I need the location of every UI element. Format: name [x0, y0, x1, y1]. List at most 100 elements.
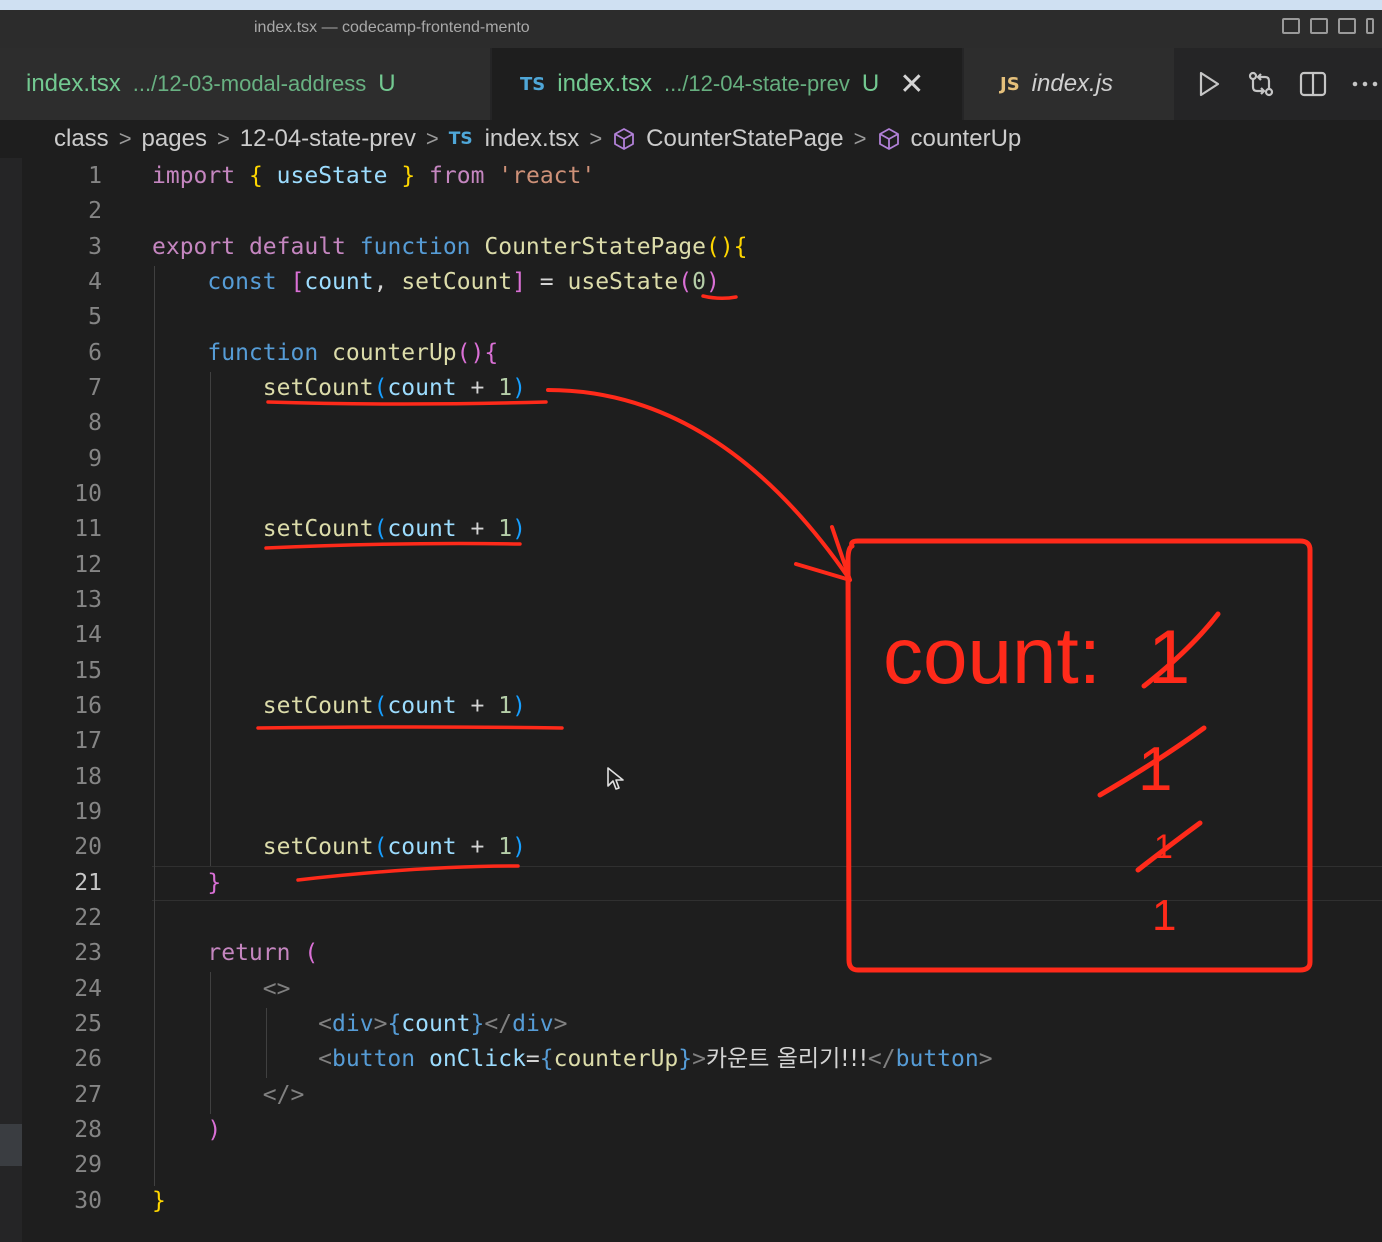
code-line: 5 [22, 300, 1382, 335]
code-text: <> [262, 976, 291, 1002]
code-line: 30} [22, 1184, 1382, 1219]
compare-changes-icon[interactable] [1242, 65, 1280, 103]
breadcrumb-item-function[interactable]: counterUp [911, 125, 1022, 153]
line-number: 23 [74, 940, 102, 966]
code-line: 4 const [count, setCount] = useState(0) [22, 265, 1382, 300]
code-line: 14 [22, 618, 1382, 653]
code-line: 1 import { useState } from 'react' [22, 159, 1382, 194]
line-number: 24 [74, 976, 102, 1002]
chevron-right-icon: > [589, 126, 603, 151]
tab-index-tsx-state-prev[interactable]: TS index.tsx .../12-04-state-prev U ✕ [492, 48, 962, 120]
code-line: 8 [22, 406, 1382, 441]
line-number: 5 [88, 304, 102, 330]
code-text: return ( [207, 940, 319, 966]
line-number: 10 [74, 481, 102, 507]
code-line: 22 [22, 901, 1382, 936]
line-number: 22 [74, 905, 102, 931]
more-actions-icon[interactable] [1346, 65, 1382, 103]
toggle-panel-icon[interactable] [1310, 18, 1328, 34]
line-number: 17 [74, 728, 102, 754]
tab-status: U [861, 70, 880, 97]
code-line: 2 [22, 194, 1382, 229]
code-line: 3 export default function CounterStatePag… [22, 230, 1382, 265]
tab-status: U [378, 70, 396, 97]
code-text: </> [262, 1082, 305, 1108]
code-line: 27 </> [22, 1078, 1382, 1113]
code-line: 7 setCount(count + 1) [22, 371, 1382, 406]
code-line: 16 setCount(count + 1) [22, 689, 1382, 724]
line-number: 8 [88, 410, 102, 436]
toggle-primary-sidebar-icon[interactable] [1282, 18, 1300, 34]
line-number: 13 [74, 587, 102, 613]
code-line-current: 21 } [22, 866, 1382, 901]
code-line: 29 [22, 1148, 1382, 1183]
code-text: ) [207, 1117, 222, 1143]
line-number: 18 [74, 764, 102, 790]
line-number: 3 [88, 234, 102, 260]
breadcrumb-item-class[interactable]: class [54, 125, 109, 153]
tab-index-js[interactable]: JS index.js [964, 48, 1174, 120]
breadcrumb-item-file[interactable]: index.tsx [485, 125, 580, 153]
line-number: 21 [74, 870, 102, 896]
title-bar: index.tsx — codecamp-frontend-mento [0, 10, 1382, 48]
line-number: 15 [74, 658, 102, 684]
split-editor-icon[interactable] [1294, 65, 1332, 103]
editor-tab-bar: index.tsx .../12-03-modal-address U TS i… [0, 48, 1382, 120]
top-edge-strip [0, 0, 1382, 10]
javascript-file-icon: JS [1000, 73, 1020, 95]
breadcrumb-item-pages[interactable]: pages [142, 125, 207, 153]
code-editor[interactable]: 1 import { useState } from 'react' 2 3 exp… [22, 158, 1382, 1242]
code-line: 17 [22, 724, 1382, 759]
line-number: 28 [74, 1117, 102, 1143]
typescript-file-icon: TS [448, 129, 473, 149]
line-number: 14 [74, 622, 102, 648]
typescript-file-icon: TS [520, 73, 546, 95]
gutter-highlight [0, 1124, 22, 1166]
symbol-method-icon [878, 128, 899, 150]
code-text: setCount(count + 1) [262, 834, 526, 860]
code-text: import { useState } from 'react' [152, 163, 596, 189]
code-text: } [207, 870, 222, 896]
code-line: 12 [22, 548, 1382, 583]
tab-path: .../12-04-state-prev [663, 71, 850, 96]
close-tab-icon[interactable]: ✕ [899, 67, 924, 102]
code-line: 24 <> [22, 972, 1382, 1007]
toggle-secondary-sidebar-icon[interactable] [1338, 18, 1356, 34]
code-line: 28 ) [22, 1113, 1382, 1148]
line-number: 1 [88, 163, 102, 189]
chevron-right-icon: > [216, 126, 230, 151]
line-number: 12 [74, 552, 102, 578]
code-text: <button onClick={counterUp}>카운트 올리기!!!</… [318, 1046, 993, 1072]
breadcrumb-item-component[interactable]: CounterStatePage [646, 125, 843, 153]
line-number: 2 [88, 198, 102, 224]
chevron-right-icon: > [118, 126, 132, 151]
run-icon[interactable] [1190, 65, 1228, 103]
customize-layout-icon[interactable] [1366, 18, 1374, 34]
code-line: 9 [22, 442, 1382, 477]
code-line: 15 [22, 654, 1382, 689]
line-number: 11 [74, 516, 102, 542]
code-line: 6 function counterUp(){ [22, 336, 1382, 371]
code-text: setCount(count + 1) [262, 375, 526, 401]
code-text: <div>{count}</div> [318, 1011, 568, 1037]
line-number: 26 [74, 1046, 102, 1072]
line-number: 27 [74, 1082, 102, 1108]
code-text: const [count, setCount] = useState(0) [207, 269, 720, 295]
tab-path: .../12-03-modal-address [132, 71, 367, 96]
layout-controls [1282, 18, 1374, 34]
mouse-pointer-icon [607, 767, 624, 790]
code-line: 20 setCount(count + 1) [22, 830, 1382, 865]
code-text: function counterUp(){ [207, 340, 499, 366]
code-line: 23 return ( [22, 936, 1382, 971]
line-number: 6 [88, 340, 102, 366]
tab-filename: index.js [1031, 70, 1114, 97]
code-text: } [152, 1188, 166, 1214]
tab-filename: index.tsx [26, 70, 121, 97]
code-text: export default function CounterStatePage… [152, 234, 748, 260]
window-title: index.tsx — codecamp-frontend-mento [254, 19, 530, 36]
line-number: 20 [74, 834, 102, 860]
tab-index-tsx-modal-address[interactable]: index.tsx .../12-03-modal-address U [0, 48, 490, 120]
line-number: 30 [74, 1188, 102, 1214]
code-line: 26 <button onClick={counterUp}>카운트 올리기!!… [22, 1042, 1382, 1077]
breadcrumb-item-folder[interactable]: 12-04-state-prev [240, 125, 416, 153]
